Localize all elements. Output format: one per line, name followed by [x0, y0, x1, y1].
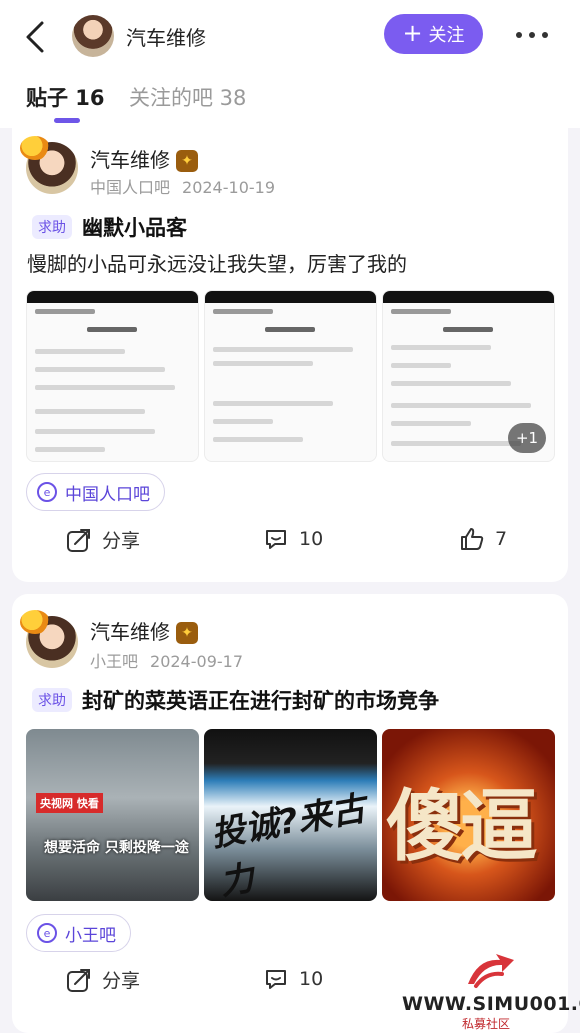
- author-name-text: 汽车维修: [90, 620, 170, 644]
- author-name-text: 汽车维修: [90, 148, 170, 172]
- share-label: 分享: [102, 530, 141, 552]
- help-tag: 求助: [32, 688, 72, 712]
- post-video-thumbnail[interactable]: 投诚?来古力: [204, 729, 377, 901]
- forum-link-label: 小王吧: [65, 925, 116, 946]
- tab-posts[interactable]: 贴子 16: [26, 82, 105, 112]
- like-button[interactable]: 7: [459, 526, 507, 552]
- watermark-logo-icon: [468, 954, 514, 988]
- follow-label: 关注: [428, 25, 465, 46]
- image-caption: 傻逼: [386, 781, 538, 872]
- comment-button[interactable]: 10: [263, 526, 323, 552]
- forum-icon: e: [37, 482, 57, 502]
- post-meta: 中国人口吧 2024-10-19: [90, 174, 275, 198]
- help-tag: 求助: [32, 215, 72, 239]
- video-caption: 央视网 快看: [36, 793, 103, 813]
- post-image[interactable]: [204, 290, 377, 462]
- post-images: 央视网 快看 想要活命 只剩投降一途 投诚?来古力 傻逼: [26, 729, 555, 901]
- post-card[interactable]: 汽车维修 ✦ 中国人口吧 2024-10-19 求助 幽默小品客 慢脚的小品可永远没…: [12, 128, 568, 582]
- watermark-url: WWW.SIMU001.CN: [402, 993, 580, 1015]
- video-caption: 投诚?来古力: [208, 788, 369, 901]
- post-forum: 小王吧: [90, 652, 139, 671]
- comment-icon: [266, 970, 286, 989]
- forum-link[interactable]: e 小王吧: [26, 914, 131, 952]
- author-name[interactable]: 汽车维修 ✦: [90, 616, 198, 645]
- share-label: 分享: [102, 970, 141, 992]
- post-video-thumbnail[interactable]: 央视网 快看 想要活命 只剩投降一途: [26, 729, 199, 901]
- comment-icon: [266, 530, 286, 549]
- profile-avatar[interactable]: [72, 15, 114, 57]
- share-icon: [67, 968, 90, 992]
- post-meta: 小王吧 2024-09-17: [90, 648, 243, 672]
- share-button[interactable]: 分享: [66, 966, 140, 993]
- watermark-subtitle: 私募社区: [462, 1017, 511, 1031]
- tab-followed-forums[interactable]: 关注的吧 38: [129, 82, 246, 112]
- post-title-text: 幽默小品客: [82, 216, 187, 240]
- post-images: +1: [26, 290, 555, 462]
- comment-button[interactable]: 10: [263, 966, 323, 992]
- back-arrow-icon[interactable]: [22, 20, 50, 54]
- more-options-icon[interactable]: [515, 25, 549, 45]
- more-images-count[interactable]: +1: [508, 423, 546, 453]
- avatar-frame-icon: [20, 610, 50, 634]
- plus-icon: +: [402, 19, 423, 47]
- follow-button[interactable]: + 关注: [384, 14, 483, 54]
- post-title[interactable]: 求助 幽默小品客: [32, 212, 187, 242]
- post-forum: 中国人口吧: [90, 178, 171, 197]
- post-body[interactable]: 慢脚的小品可永远没让我失望，厉害了我的: [27, 248, 407, 277]
- post-date: 2024-09-17: [150, 652, 243, 671]
- share-button[interactable]: 分享: [66, 526, 140, 553]
- forum-link[interactable]: e 中国人口吧: [26, 473, 165, 511]
- video-caption: 想要活命 只剩投降一途: [44, 840, 189, 856]
- tab-bar: 贴子 16 关注的吧 38: [0, 72, 580, 128]
- author-name[interactable]: 汽车维修 ✦: [90, 144, 198, 173]
- post-image[interactable]: [26, 290, 199, 462]
- thumbs-up-icon: [461, 528, 484, 550]
- post-actions: 分享 10 7: [12, 526, 568, 566]
- comment-count: 10: [299, 968, 324, 990]
- post-title[interactable]: 求助 封矿的菜英语正在进行封矿的市场竞争: [32, 685, 439, 715]
- post-title-text: 封矿的菜英语正在进行封矿的市场竞争: [82, 689, 439, 713]
- comment-count: 10: [299, 528, 324, 550]
- watermark: WWW.SIMU001.CN 私募社区: [400, 950, 580, 1031]
- level-badge-icon: ✦: [176, 622, 198, 644]
- forum-link-label: 中国人口吧: [65, 484, 150, 505]
- forum-icon: e: [37, 923, 57, 943]
- level-badge-icon: ✦: [176, 150, 198, 172]
- profile-title: 汽车维修: [126, 26, 206, 50]
- post-image[interactable]: 傻逼: [382, 729, 555, 901]
- active-tab-indicator: [54, 118, 80, 123]
- post-date: 2024-10-19: [182, 178, 275, 197]
- top-bar: 汽车维修 + 关注: [0, 0, 580, 72]
- avatar-frame-icon: [20, 136, 50, 160]
- like-count: 7: [495, 528, 508, 550]
- post-image[interactable]: +1: [382, 290, 555, 462]
- share-icon: [67, 528, 90, 552]
